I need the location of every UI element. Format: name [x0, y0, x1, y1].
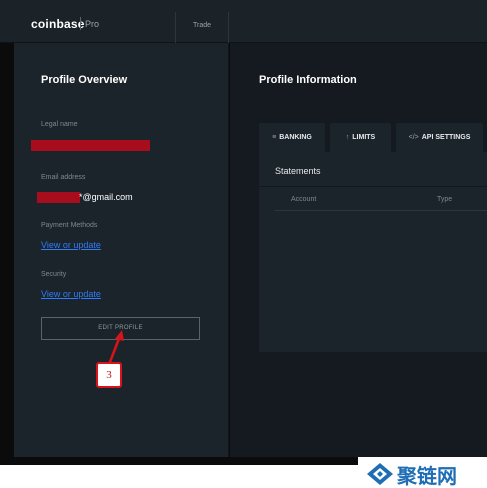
statements-card: Statements Account Type — [259, 152, 487, 352]
tab-api-settings-label: API SETTINGS — [421, 134, 471, 141]
up-arrow-icon: ↑ — [345, 134, 350, 141]
column-header-account: Account — [291, 196, 317, 203]
column-header-divider — [275, 210, 487, 211]
profile-information-title: Profile Information — [259, 74, 357, 86]
statements-divider — [259, 186, 487, 187]
watermark-text: 聚链网 — [397, 464, 457, 488]
statements-title: Statements — [275, 166, 321, 176]
code-icon: </> — [408, 134, 419, 141]
bottom-dark-band — [0, 457, 358, 465]
tab-banking[interactable]: ≡ BANKING — [259, 123, 325, 152]
tab-limits-label: LIMITS — [352, 134, 376, 141]
watermark-logo-icon — [367, 463, 393, 485]
step-number-badge: 3 — [96, 362, 122, 388]
tab-banking-label: BANKING — [279, 134, 312, 141]
bank-icon: ≡ — [272, 134, 277, 141]
tab-limits[interactable]: ↑ LIMITS — [330, 123, 391, 152]
tab-api-settings[interactable]: </> API SETTINGS — [396, 123, 483, 152]
column-header-type: Type — [437, 196, 453, 203]
